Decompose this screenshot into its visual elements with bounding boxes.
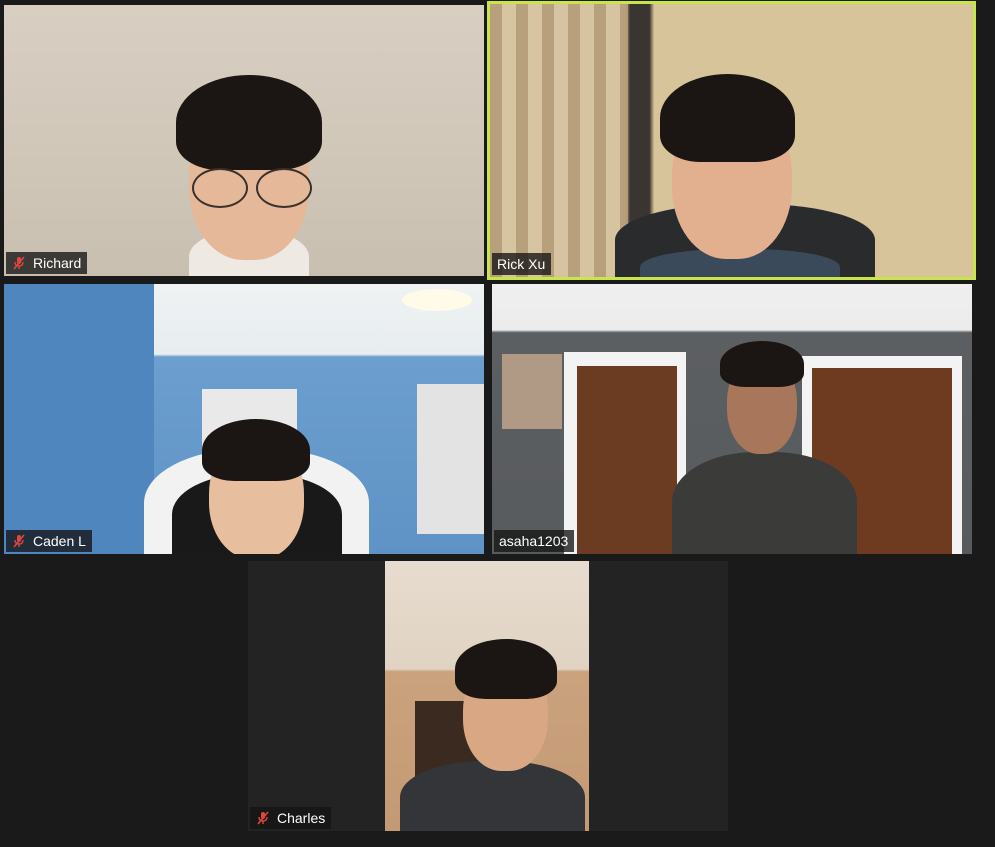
participant-figure — [176, 75, 322, 170]
participant-figure — [4, 284, 154, 554]
participant-name: asaha1203 — [499, 533, 569, 549]
participant-name: Charles — [277, 810, 326, 826]
participant-figure — [502, 354, 562, 429]
participant-name: Richard — [33, 255, 82, 271]
participant-figure — [400, 761, 585, 831]
microphone-muted-icon — [11, 533, 27, 549]
participant-figure — [455, 639, 557, 699]
video-tile-rick-xu[interactable]: Rick Xu — [487, 1, 976, 280]
participant-figure — [660, 74, 795, 162]
participant-figure — [490, 4, 628, 277]
video-tile-charles[interactable]: Charles — [248, 561, 728, 831]
participant-name-tag: Caden L — [6, 530, 92, 552]
microphone-muted-icon — [255, 810, 271, 826]
video-tile-caden-l[interactable]: Caden L — [4, 284, 484, 554]
video-tile-asaha1203[interactable]: asaha1203 — [492, 284, 972, 554]
participant-figure — [256, 168, 312, 208]
microphone-muted-icon — [11, 255, 27, 271]
participant-figure — [577, 366, 677, 554]
video-feed — [4, 284, 484, 554]
participant-name-tag: Richard — [6, 252, 88, 274]
video-feed — [492, 284, 972, 554]
participant-figure — [202, 419, 310, 481]
participant-figure — [192, 168, 248, 208]
participant-figure — [417, 384, 484, 534]
video-feed — [4, 5, 484, 276]
participant-figure — [672, 452, 857, 554]
participant-name: Rick Xu — [497, 256, 546, 272]
video-tile-richard[interactable]: Richard — [4, 5, 484, 276]
participant-name-tag: asaha1203 — [494, 530, 575, 552]
participant-name: Caden L — [33, 533, 86, 549]
participant-figure — [402, 289, 472, 311]
participant-name-tag: Rick Xu — [492, 253, 552, 275]
participant-figure — [720, 341, 804, 387]
participant-figure — [385, 561, 589, 831]
participant-name-tag: Charles — [250, 807, 332, 829]
video-feed — [490, 4, 973, 277]
video-feed — [248, 561, 728, 831]
